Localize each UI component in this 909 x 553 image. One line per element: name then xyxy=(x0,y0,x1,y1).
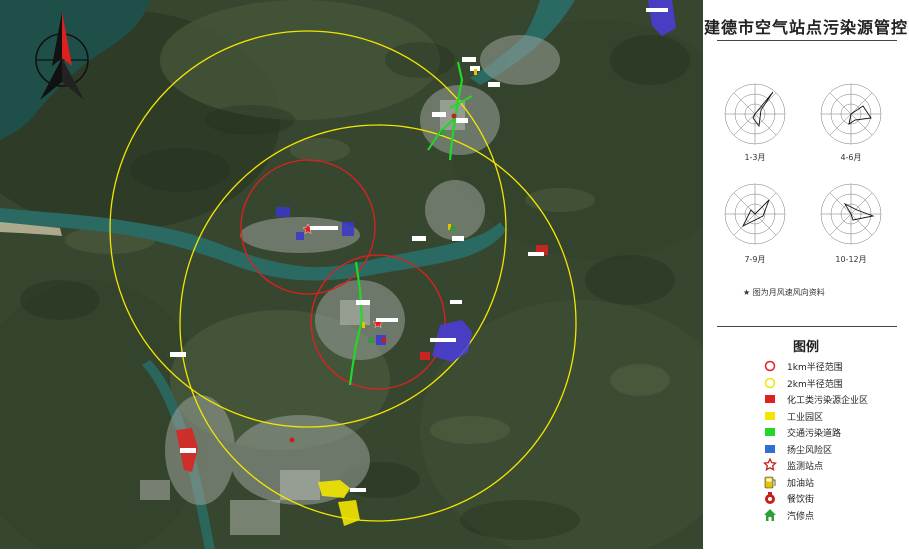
legend-label: 扬尘风险区 xyxy=(787,445,833,456)
legend-label: 工业园区 xyxy=(787,412,824,423)
legend-item-restaurant: 餐饮街 xyxy=(763,490,814,506)
legend-item-1km: 1km半径范围 xyxy=(763,358,843,374)
legend-item-dust: 扬尘风险区 xyxy=(763,441,832,457)
legend-label: 1km半径范围 xyxy=(787,362,843,373)
legend-title: 图例 xyxy=(792,340,819,355)
star-icon xyxy=(763,458,777,472)
restaurant-icon xyxy=(763,491,777,505)
square-green-icon xyxy=(763,425,777,439)
wind-rose-3 xyxy=(724,183,786,245)
legend-item-fuel: 加油站 xyxy=(763,474,814,490)
legend-item-chemical: 化工类污染源企业区 xyxy=(763,391,868,407)
square-blue-icon xyxy=(763,442,777,456)
circle-yellow-outline-icon xyxy=(763,376,777,390)
legend-label: 餐饮街 xyxy=(787,494,815,505)
fuel-icon xyxy=(763,475,777,489)
house-icon xyxy=(763,508,777,522)
legend-item-traffic: 交通污染道路 xyxy=(763,424,841,440)
info-panel: 建德市空气站点污染源管控 1-3月 4-6月 7-9月 10-12月 ★ 图为月… xyxy=(703,0,909,549)
legend-item-industrial: 工业园区 xyxy=(763,408,823,424)
wind-rose-2 xyxy=(820,83,882,145)
wind-rose-note: ★ 图为月风速风向资料 xyxy=(743,288,825,297)
circle-red-outline-icon xyxy=(763,359,777,373)
page-title: 建德市空气站点污染源管控 xyxy=(703,18,908,37)
square-red-icon xyxy=(763,392,777,406)
title-divider xyxy=(717,40,897,41)
legend-item-station: 监测站点 xyxy=(763,457,823,473)
legend-label: 加油站 xyxy=(787,478,815,489)
wind-rose-1-label: 1-3月 xyxy=(744,153,766,162)
wind-rose-grid xyxy=(724,83,882,245)
legend-label: 汽修点 xyxy=(787,511,815,522)
legend-divider xyxy=(717,326,897,327)
wind-rose-3-label: 7-9月 xyxy=(744,255,766,264)
map-canvas xyxy=(0,0,750,553)
satellite-map[interactable] xyxy=(0,0,750,553)
legend-label: 交通污染道路 xyxy=(787,428,842,439)
wind-rose-4 xyxy=(820,183,882,245)
legend-item-2km: 2km半径范围 xyxy=(763,375,843,391)
wind-rose-4-label: 10-12月 xyxy=(835,255,867,264)
legend-item-repair: 汽修点 xyxy=(763,507,814,523)
wind-rose-1 xyxy=(724,83,786,145)
square-yellow-icon xyxy=(763,409,777,423)
legend-label: 监测站点 xyxy=(787,461,824,472)
legend-label: 2km半径范围 xyxy=(787,379,843,390)
wind-rose-2-label: 4-6月 xyxy=(840,153,862,162)
legend-label: 化工类污染源企业区 xyxy=(787,395,869,406)
